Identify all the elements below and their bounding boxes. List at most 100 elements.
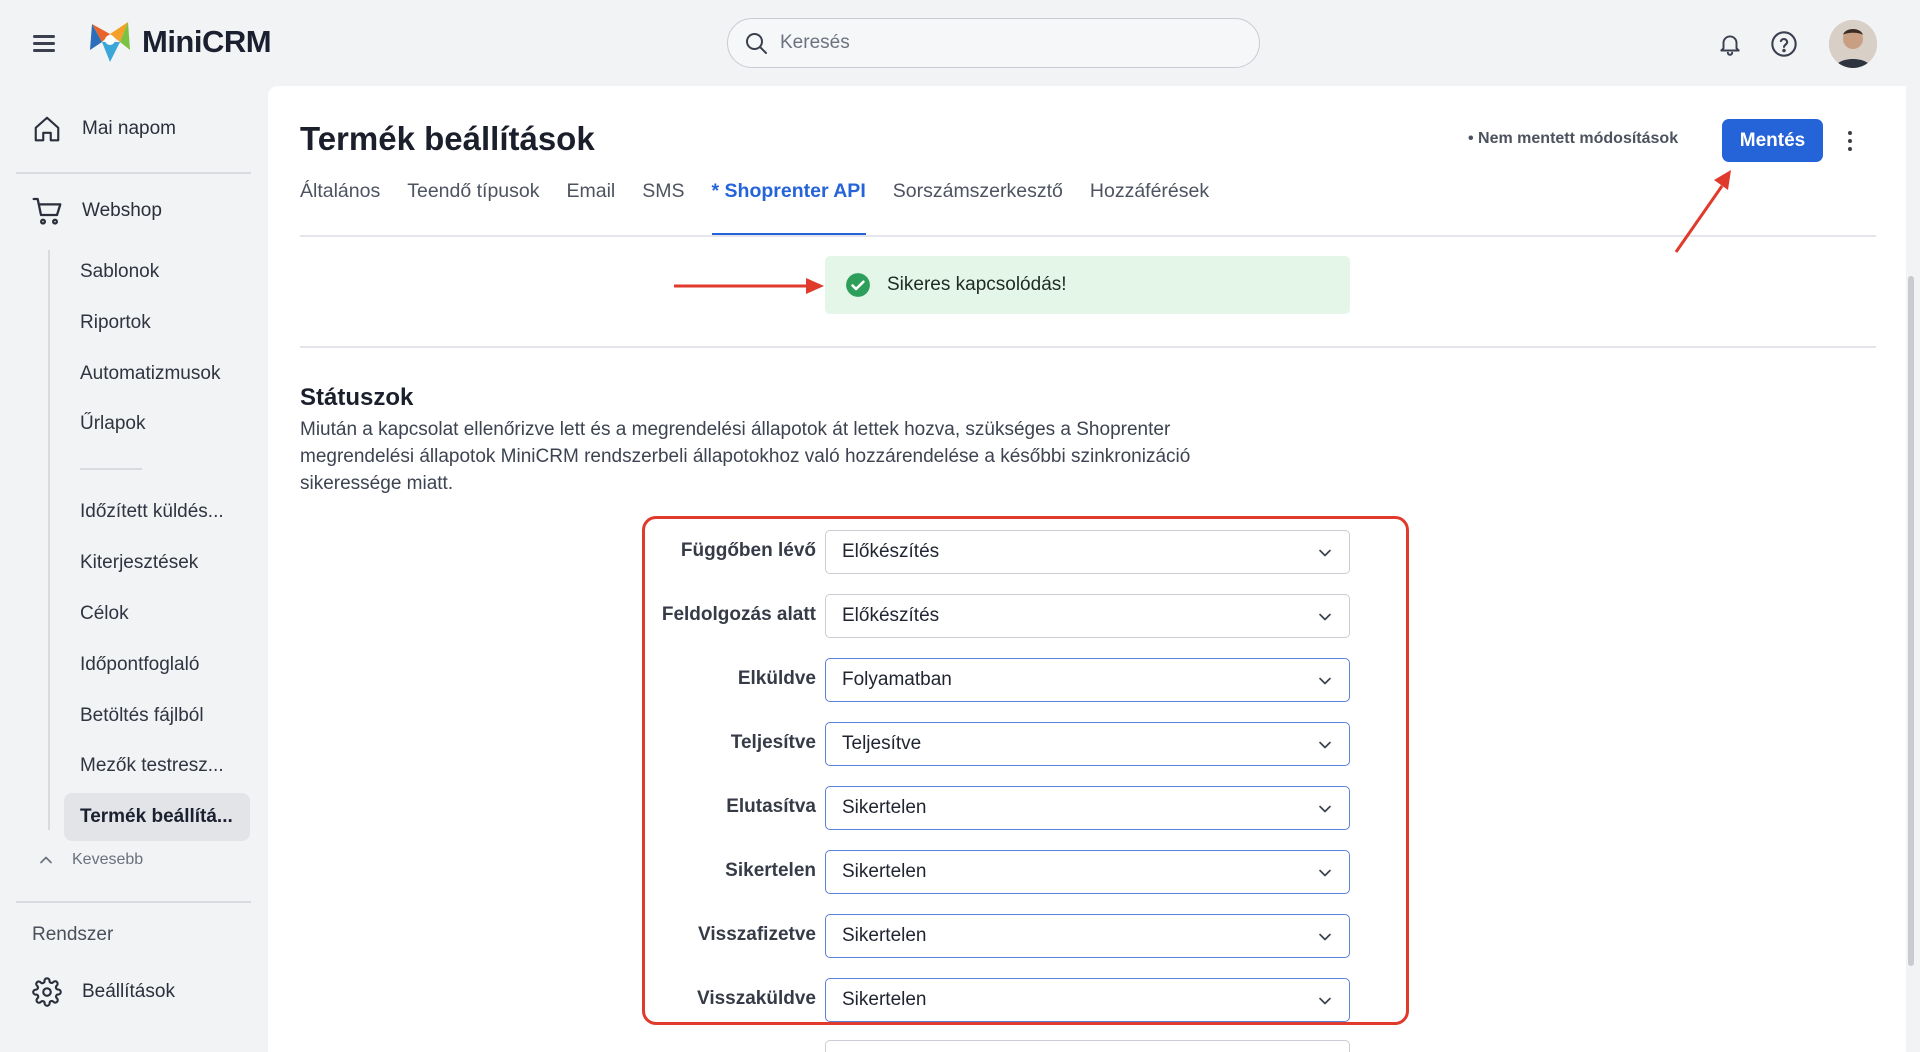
sidebar-item-webshop[interactable]: Webshop: [30, 194, 162, 228]
select-value: Sikertelen: [842, 797, 927, 818]
sidebar-sub-divider: [80, 468, 142, 470]
subnav-line: [48, 250, 50, 830]
sidebar-item-extensions[interactable]: Kiterjesztések: [64, 539, 250, 587]
status-label: Elutasítva: [726, 796, 816, 817]
status-select[interactable]: Teljesítve: [825, 722, 1350, 766]
select-value: Folyamatban: [842, 669, 952, 690]
status-row: Feldolgozás alatt Előkészítés: [268, 594, 1906, 638]
tab-shoprenter-api[interactable]: * Shoprenter API: [711, 174, 866, 236]
tab-number-editor[interactable]: Sorszámszerkesztő: [893, 174, 1063, 236]
scrollbar[interactable]: [1908, 276, 1914, 966]
tab-access[interactable]: Hozzáférések: [1090, 174, 1209, 236]
tab-task-types[interactable]: Teendő típusok: [407, 174, 539, 236]
search-bar[interactable]: [727, 18, 1260, 68]
home-icon: [30, 112, 64, 146]
sidebar-item-custom-fields[interactable]: Mezők testresz...: [64, 742, 250, 790]
section-title: Státuszok: [300, 384, 414, 411]
sidebar-item-reports[interactable]: Riportok: [64, 299, 250, 347]
select-value: Sikertelen: [842, 861, 927, 882]
sidebar-item-goals[interactable]: Célok: [64, 590, 250, 638]
tab-general[interactable]: Általános: [300, 174, 380, 236]
sidebar-item-import[interactable]: Betöltés fájlból: [64, 692, 250, 740]
save-button[interactable]: Mentés: [1722, 119, 1823, 162]
status-label: Elküldve: [737, 668, 816, 689]
status-row: Visszafizetve Sikertelen: [268, 914, 1906, 958]
search-input[interactable]: [780, 32, 1220, 54]
help-icon[interactable]: [1768, 28, 1800, 60]
select-value: Előkészítés: [842, 541, 940, 562]
check-circle-icon: [846, 273, 870, 297]
chevron-down-icon: [1319, 805, 1331, 813]
status-row: Elküldve Folyamatban: [268, 658, 1906, 702]
page-title: Termék beállítások: [300, 120, 595, 157]
main-content: Termék beállítások • Nem mentett módosít…: [268, 86, 1906, 1052]
avatar[interactable]: [1829, 20, 1877, 68]
status-select[interactable]: Folyamatban: [825, 658, 1350, 702]
tabs-divider: [300, 235, 1876, 237]
tab-sms[interactable]: SMS: [642, 174, 684, 236]
bell-icon[interactable]: [1714, 28, 1746, 60]
chevron-down-icon: [1319, 869, 1331, 877]
chevron-down-icon: [1319, 613, 1331, 621]
status-label: Függőben lévő: [680, 540, 816, 561]
sidebar-item-booking[interactable]: Időpontfoglaló: [64, 641, 250, 689]
app-logo[interactable]: MiniCRM: [88, 20, 272, 64]
select-value: Sikertelen: [842, 925, 927, 946]
chevron-up-icon: [40, 856, 52, 864]
success-toast: Sikeres kapcsolódás!: [825, 256, 1350, 314]
status-label: Feldolgozás alatt: [661, 604, 816, 625]
status-row: Sikertelen Sikertelen: [268, 850, 1906, 894]
tab-email[interactable]: Email: [566, 174, 615, 236]
gear-icon: [30, 975, 64, 1009]
sidebar-item-settings[interactable]: Beállítások: [30, 975, 175, 1009]
status-row: Visszaküldve Sikertelen: [268, 978, 1906, 1022]
status-select[interactable]: Sikertelen: [825, 850, 1350, 894]
status-select[interactable]: Sikertelen: [825, 978, 1350, 1022]
top-bar: MiniCRM: [0, 0, 1920, 86]
status-row: Függőben lévő Előkészítés: [268, 530, 1906, 574]
sidebar-item-scheduled-sends[interactable]: Időzített küldés...: [64, 488, 250, 536]
show-less-toggle[interactable]: Kevesebb: [36, 850, 143, 870]
sidebar-item-label: Webshop: [82, 200, 162, 221]
chevron-down-icon: [1319, 997, 1331, 1005]
search-icon: [746, 33, 767, 54]
status-label: Sikertelen: [725, 860, 816, 881]
status-label: Visszafizetve: [698, 924, 816, 945]
menu-icon[interactable]: [28, 30, 62, 56]
status-select[interactable]: Sikertelen: [825, 914, 1350, 958]
show-less-label: Kevesebb: [72, 851, 144, 868]
sidebar-item-today[interactable]: Mai napom: [30, 112, 176, 146]
app-name: MiniCRM: [142, 24, 272, 59]
status-select[interactable]: Sikertelen: [825, 786, 1350, 830]
sidebar: Mai napom Webshop Sablonok Riportok Auto…: [0, 86, 268, 1052]
status-select-partial[interactable]: [825, 1040, 1350, 1052]
status-label: Visszaküldve: [696, 988, 816, 1009]
sidebar-divider: [16, 172, 251, 174]
status-select[interactable]: Előkészítés: [825, 530, 1350, 574]
sidebar-item-templates[interactable]: Sablonok: [64, 248, 250, 296]
chevron-down-icon: [1319, 677, 1331, 685]
status-label: Teljesítve: [730, 732, 816, 753]
chevron-down-icon: [1319, 549, 1331, 557]
sidebar-item-forms[interactable]: Űrlapok: [64, 400, 250, 448]
status-row: Teljesítve Teljesítve: [268, 722, 1906, 766]
section-description: Miután a kapcsolat ellenőrizve lett és a…: [300, 419, 1191, 494]
status-select[interactable]: Előkészítés: [825, 594, 1350, 638]
cart-icon: [30, 194, 64, 228]
unsaved-changes-indicator: • Nem mentett módosítások: [1468, 130, 1679, 147]
more-options-icon[interactable]: [1840, 126, 1860, 156]
status-row: Elutasítva Sikertelen: [268, 786, 1906, 830]
select-value: Teljesítve: [842, 733, 922, 754]
section-divider: [300, 346, 1876, 348]
minicrm-logo-icon: [90, 22, 130, 62]
sidebar-item-product-settings[interactable]: Termék beállítá...: [64, 793, 250, 841]
toast-message: Sikeres kapcsolódás!: [887, 274, 1067, 295]
sidebar-section-system: Rendszer: [32, 924, 114, 945]
sidebar-item-label: Mai napom: [82, 118, 176, 139]
sidebar-item-automations[interactable]: Automatizmusok: [64, 350, 250, 398]
sidebar-divider: [16, 901, 251, 903]
sidebar-item-label: Beállítások: [82, 981, 175, 1002]
chevron-down-icon: [1319, 741, 1331, 749]
annotation-arrow-up: [1674, 170, 1731, 253]
tab-bar: Általános Teendő típusok Email SMS * Sho…: [300, 174, 1209, 236]
